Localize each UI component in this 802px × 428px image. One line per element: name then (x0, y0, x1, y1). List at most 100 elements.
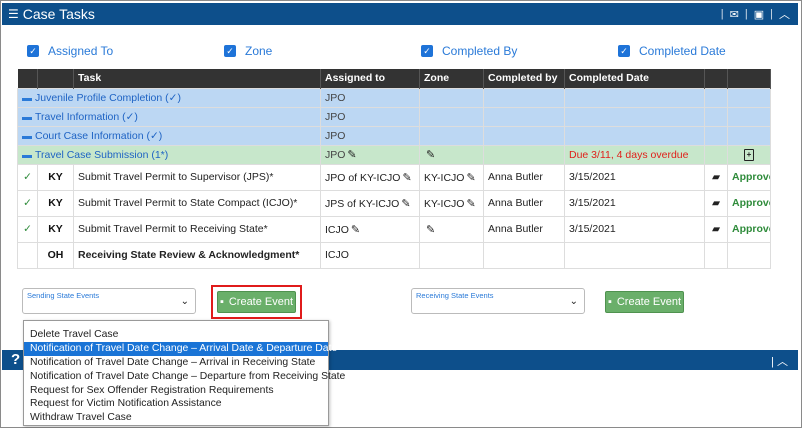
assigned-cell: JPS of KY-ICJO (325, 197, 400, 210)
print-icon[interactable]: ▣ (754, 8, 764, 21)
receiving-state-events-select[interactable]: Receiving State Events ⌄ (411, 288, 585, 314)
phase-name[interactable]: Travel Case Submission (1*) (35, 149, 168, 161)
filter-label: Assigned To (48, 44, 114, 58)
dropdown-option[interactable]: Request for Sex Offender Registration Re… (24, 384, 328, 398)
completed-by-cell: Anna Butler (483, 215, 565, 243)
phase-row[interactable]: ▬ Court Case Information (✓) JPO (17, 125, 771, 146)
comments-icon[interactable]: ▰ (704, 189, 728, 217)
completed-by-cell: Anna Butler (483, 189, 565, 217)
checkbox-icon[interactable]: ✓ (421, 45, 433, 57)
edit-icon[interactable]: ✎ (402, 172, 411, 184)
edit-icon[interactable]: ✎ (466, 198, 475, 210)
column-header-completed-date[interactable]: Completed Date (564, 69, 705, 88)
dropdown-option[interactable]: Notification of Travel Date Change – Dep… (24, 370, 345, 384)
folder-icon: ▬ (22, 111, 32, 123)
list-icon: ☰ (8, 7, 19, 21)
table-header-row: Task Assigned to Zone Completed by Compl… (17, 69, 771, 88)
edit-icon[interactable]: ✎ (401, 198, 410, 210)
column-header (17, 69, 38, 88)
task-name[interactable]: Receiving State Review & Acknowledgment* (73, 241, 321, 269)
comments-icon[interactable]: ▰ (704, 215, 728, 243)
phase-name[interactable]: Court Case Information (✓) (35, 130, 162, 142)
chevron-up-icon[interactable]: | ︿ (771, 353, 788, 369)
dropdown-option[interactable]: Notification of Travel Date Change – Arr… (24, 356, 328, 370)
column-header (37, 69, 74, 88)
check-icon: ✓ (17, 189, 38, 217)
divider: | (720, 8, 724, 20)
state-code: KY (37, 215, 74, 243)
completed-date-cell: 3/15/2021 (564, 163, 705, 191)
phase-name[interactable]: Travel Information (✓) (35, 111, 138, 123)
folder-icon: ▬ (22, 130, 32, 142)
column-header-zone[interactable]: Zone (419, 69, 484, 88)
assigned-cell: ICJO (320, 241, 420, 269)
assigned-cell: JPO (320, 87, 420, 108)
assigned-cell: JPO of KY-ICJO (325, 171, 401, 184)
task-name[interactable]: Submit Travel Permit to Supervisor (JPS)… (73, 163, 321, 191)
task-row[interactable]: ✓ KY Submit Travel Permit to State Compa… (17, 189, 771, 217)
dropdown-option[interactable]: Delete Travel Case (24, 328, 328, 342)
check-icon: ✓ (17, 163, 38, 191)
completed-date-cell: 3/15/2021 (564, 189, 705, 217)
task-row[interactable]: OH Receiving State Review & Acknowledgme… (17, 241, 771, 269)
comments-icon[interactable]: ▰ (704, 163, 728, 191)
folder-open-icon: ▬ (22, 149, 32, 161)
filter-zone[interactable]: ✓ Zone (224, 44, 272, 58)
filter-label: Completed Date (639, 44, 726, 58)
filter-completed-by[interactable]: ✓ Completed By (421, 44, 517, 58)
dropdown-option-selected[interactable]: Notification of Travel Date Change – Arr… (24, 341, 337, 356)
panel-title: Case Tasks (22, 6, 95, 22)
mail-icon[interactable]: ✉ (730, 8, 739, 21)
status-cell: Approved (727, 163, 771, 191)
edit-icon[interactable]: ✎ (426, 149, 435, 161)
column-filter-bar: ✓ Assigned To ✓ Zone ✓ Completed By ✓ Comple… (0, 44, 802, 60)
sending-events-dropdown-list[interactable]: Delete Travel Case Notification of Trave… (23, 320, 345, 426)
check-icon: ✓ (17, 215, 38, 243)
task-row[interactable]: ✓ KY Submit Travel Permit to Receiving S… (17, 215, 771, 243)
edit-icon[interactable]: ✎ (351, 224, 360, 236)
checkbox-icon[interactable]: ✓ (618, 45, 630, 57)
assigned-cell: ICJO (325, 223, 349, 236)
task-row[interactable]: ✓ KY Submit Travel Permit to Supervisor … (17, 163, 771, 191)
state-code: KY (37, 189, 74, 217)
column-header-assigned[interactable]: Assigned to (320, 69, 420, 88)
filter-assigned-to[interactable]: ✓ Assigned To (27, 44, 113, 58)
phase-name[interactable]: Juvenile Profile Completion (✓) (35, 92, 181, 104)
highlight-box (211, 285, 302, 319)
phase-row[interactable]: ▬ Juvenile Profile Completion (✓) JPO (17, 87, 771, 108)
task-name[interactable]: Submit Travel Permit to Receiving State* (73, 215, 321, 243)
status-cell: Approved (727, 215, 771, 243)
dropdown-option[interactable]: Withdraw Travel Case (24, 411, 328, 425)
column-header (704, 69, 728, 88)
completed-by-cell: Anna Butler (483, 163, 565, 191)
phase-row[interactable]: ▬ Travel Information (✓) JPO (17, 106, 771, 127)
checkbox-icon[interactable]: ✓ (27, 45, 39, 57)
due-status: Due 3/11, 4 days overdue (564, 144, 705, 165)
filter-completed-date[interactable]: ✓ Completed Date (618, 44, 726, 58)
edit-icon[interactable]: ✎ (426, 224, 435, 236)
checkbox-icon[interactable]: ✓ (224, 45, 236, 57)
button-label: Create Event (616, 296, 682, 308)
chevron-up-icon[interactable]: ︿ (779, 6, 790, 22)
edit-icon[interactable]: ✎ (347, 149, 356, 161)
completed-date-cell: 3/15/2021 (564, 215, 705, 243)
column-header-completed-by[interactable]: Completed by (483, 69, 565, 88)
sending-state-events-select[interactable]: Sending State Events ⌄ (22, 288, 196, 314)
dropdown-option[interactable]: Request for Victim Notification Assistan… (24, 397, 328, 411)
create-receiving-event-button[interactable]: ▪ Create Event (605, 291, 684, 313)
assigned-cell: JPO (320, 106, 420, 127)
task-name[interactable]: Submit Travel Permit to State Compact (I… (73, 189, 321, 217)
select-label: Receiving State Events (416, 291, 494, 300)
add-document-icon[interactable]: + (744, 149, 754, 161)
case-tasks-header: ☰ Case Tasks | ✉ | ▣ | ︿ (2, 3, 798, 25)
edit-icon[interactable]: ✎ (466, 172, 475, 184)
active-phase-row[interactable]: ▬ Travel Case Submission (1*) JPO ✎ ✎ Due … (17, 144, 771, 165)
state-code: OH (37, 241, 74, 269)
column-header-task[interactable]: Task (73, 69, 321, 88)
filter-label: Zone (245, 44, 273, 58)
assigned-cell: JPO (325, 149, 346, 161)
zone-cell: KY-ICJO (424, 171, 465, 184)
chevron-down-icon: ⌄ (180, 296, 189, 307)
state-code: KY (37, 163, 74, 191)
filter-label: Completed By (442, 44, 518, 58)
